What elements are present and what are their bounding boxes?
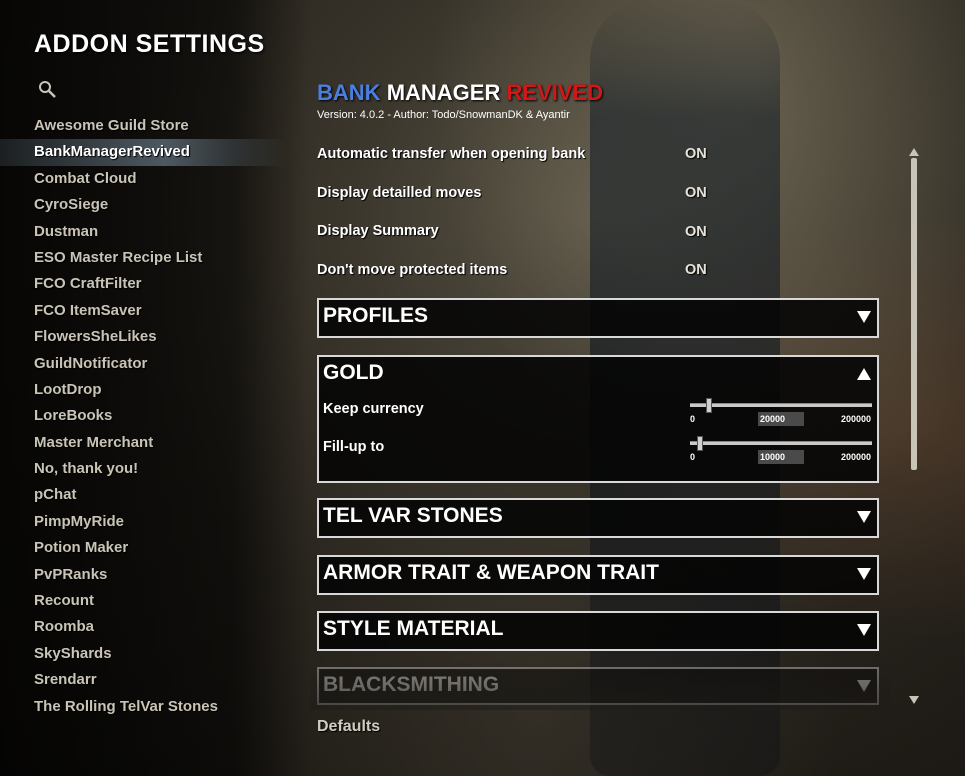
header-word-manager: MANAGER <box>386 80 501 105</box>
search-icon[interactable] <box>38 80 58 100</box>
section-gold-title: GOLD <box>323 361 384 384</box>
section-gold[interactable]: GOLD Keep currency 0 20000 200000 Fill-u… <box>317 355 879 483</box>
keep-currency-value[interactable]: 20000 <box>758 412 804 426</box>
section-blacksmithing[interactable]: BLACKSMITHING <box>317 667 879 705</box>
expand-arrow-icon[interactable] <box>857 567 871 581</box>
expand-arrow-icon[interactable] <box>857 310 871 324</box>
addon-list-item[interactable]: ESO Master Recipe List <box>0 245 300 271</box>
fill-up-slider[interactable] <box>690 441 872 445</box>
section-style-title: STYLE MATERIAL <box>323 617 504 640</box>
setting-label-detailed-moves: Display detailled moves <box>317 185 482 201</box>
addon-list-item[interactable]: Potion Maker <box>0 535 300 561</box>
expand-arrow-icon[interactable] <box>857 623 871 637</box>
setting-label-auto-transfer: Automatic transfer when opening bank <box>317 146 586 162</box>
addon-list-item[interactable]: FlowersSheLikes <box>0 324 300 350</box>
setting-label-protected-items: Don't move protected items <box>317 262 508 278</box>
addon-list-item[interactable]: Master Merchant <box>0 430 300 456</box>
scroll-down-icon[interactable] <box>909 696 919 704</box>
addon-list-item[interactable]: BankManagerRevived <box>0 139 300 166</box>
collapse-arrow-icon[interactable] <box>857 367 871 381</box>
addon-list-item[interactable]: LoreBooks <box>0 403 300 429</box>
toggle-auto-transfer[interactable]: ON <box>685 146 707 162</box>
keep-currency-label: Keep currency <box>323 401 424 417</box>
section-blacksmithing-title: BLACKSMITHING <box>323 673 500 696</box>
addon-list-item[interactable]: No, thank you! <box>0 456 300 482</box>
addon-list-item[interactable]: Srendarr <box>0 667 300 693</box>
addon-header: BANK MANAGER REVIVED <box>317 80 603 106</box>
header-word-bank: BANK <box>317 80 381 105</box>
keep-currency-thumb[interactable] <box>706 398 713 413</box>
section-telvar[interactable]: TEL VAR STONES <box>317 498 879 538</box>
toggle-summary[interactable]: ON <box>685 224 707 240</box>
addon-list-item[interactable]: SkyShards <box>0 641 300 667</box>
addon-list-item[interactable]: Dustman <box>0 219 300 245</box>
addon-list-item[interactable]: PimpMyRide <box>0 509 300 535</box>
expand-arrow-icon[interactable] <box>857 510 871 524</box>
fill-up-label: Fill-up to <box>323 439 385 455</box>
toggle-protected-items[interactable]: ON <box>685 262 707 278</box>
scrollbar-thumb[interactable] <box>911 158 917 470</box>
section-armor-trait[interactable]: ARMOR TRAIT & WEAPON TRAIT <box>317 555 879 595</box>
toggle-detailed-moves[interactable]: ON <box>685 185 707 201</box>
fill-up-min: 0 <box>690 452 696 462</box>
expand-arrow-icon[interactable] <box>857 679 871 693</box>
addon-list-item[interactable]: PvPRanks <box>0 562 300 588</box>
version-author: Version: 4.0.2 - Author: Todo/SnowmanDK … <box>317 109 570 121</box>
fill-up-max: 200000 <box>841 452 872 462</box>
section-armor-title: ARMOR TRAIT & WEAPON TRAIT <box>323 561 659 584</box>
addon-list-item[interactable]: Awesome Guild Store <box>0 113 300 139</box>
fill-up-value[interactable]: 10000 <box>758 450 804 464</box>
addon-list-item[interactable]: LootDrop <box>0 377 300 403</box>
section-profiles[interactable]: PROFILES <box>317 298 879 338</box>
keep-currency-slider[interactable] <box>690 403 872 407</box>
section-telvar-title: TEL VAR STONES <box>323 504 503 527</box>
addon-list-item[interactable]: Roomba <box>0 614 300 640</box>
fill-up-thumb[interactable] <box>697 436 704 451</box>
section-profiles-title: PROFILES <box>323 304 429 327</box>
section-style-material[interactable]: STYLE MATERIAL <box>317 611 879 651</box>
scroll-up-icon[interactable] <box>909 148 919 156</box>
window-title: ADDON SETTINGS <box>34 30 265 58</box>
addon-list-item[interactable]: FCO CraftFilter <box>0 271 300 297</box>
header-word-revived: REVIVED <box>506 80 604 105</box>
addon-list-item[interactable]: FCO ItemSaver <box>0 298 300 324</box>
addon-list-item[interactable]: GuildNotificator <box>0 351 300 377</box>
addon-list-item[interactable]: CyroSiege <box>0 192 300 218</box>
addon-list-item[interactable]: Combat Cloud <box>0 166 300 192</box>
defaults-button[interactable]: Defaults <box>317 718 380 736</box>
keep-currency-min: 0 <box>690 414 696 424</box>
addon-list: Awesome Guild Store BankManagerRevived Com… <box>0 113 300 720</box>
setting-label-summary: Display Summary <box>317 223 439 239</box>
addon-list-item[interactable]: Recount <box>0 588 300 614</box>
addon-list-item[interactable]: pChat <box>0 482 300 508</box>
addon-list-item[interactable]: The Rolling TelVar Stones <box>0 694 300 720</box>
keep-currency-max: 200000 <box>841 414 872 424</box>
